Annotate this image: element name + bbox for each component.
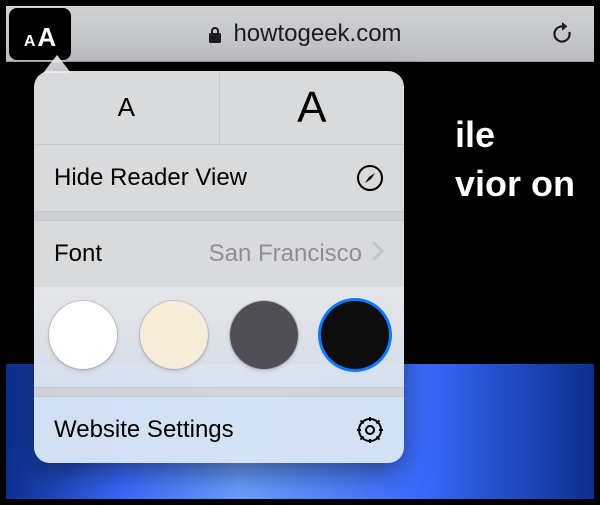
- font-size-row: A A: [34, 71, 404, 145]
- big-a-glyph: A: [37, 22, 56, 53]
- website-settings-button[interactable]: Website Settings: [34, 397, 404, 463]
- small-a-glyph: A: [24, 33, 36, 51]
- domain-text: howtogeek.com: [233, 20, 401, 48]
- theme-white-swatch[interactable]: [49, 301, 117, 369]
- font-value: San Francisco: [102, 240, 372, 268]
- url-field[interactable]: howtogeek.com: [71, 20, 538, 48]
- hide-reader-view-button[interactable]: Hide Reader View: [34, 145, 404, 211]
- reload-icon: [549, 21, 575, 47]
- reload-button[interactable]: [538, 10, 586, 58]
- decrease-font-size-button[interactable]: A: [34, 71, 220, 144]
- reader-popover: A A Hide Reader View Font San Francisco: [34, 71, 404, 463]
- hide-reader-view-label: Hide Reader View: [54, 164, 247, 192]
- chevron-right-icon: [372, 240, 384, 268]
- gear-icon: [356, 416, 384, 444]
- small-a-label: A: [118, 92, 135, 123]
- theme-grey-swatch[interactable]: [230, 301, 298, 369]
- separator-2: [34, 387, 404, 397]
- text-size-button[interactable]: A A: [9, 8, 71, 60]
- article-line-2: vior on: [455, 160, 575, 209]
- increase-font-size-button[interactable]: A: [220, 71, 405, 144]
- theme-sepia-swatch[interactable]: [140, 301, 208, 369]
- lock-icon: [207, 24, 223, 44]
- address-bar: A A howtogeek.com: [6, 6, 594, 62]
- safari-icon: [356, 164, 384, 192]
- theme-black-swatch[interactable]: [321, 301, 389, 369]
- article-heading-fragment: ile vior on: [455, 111, 575, 208]
- font-label: Font: [54, 240, 102, 268]
- separator: [34, 211, 404, 221]
- font-picker-row[interactable]: Font San Francisco: [34, 221, 404, 287]
- large-a-label: A: [297, 83, 326, 133]
- website-settings-label: Website Settings: [54, 416, 234, 444]
- screenshot-frame: ile vior on A A howtogeek.com A: [0, 0, 600, 505]
- theme-swatch-row: [34, 287, 404, 387]
- article-line-1: ile: [455, 111, 575, 160]
